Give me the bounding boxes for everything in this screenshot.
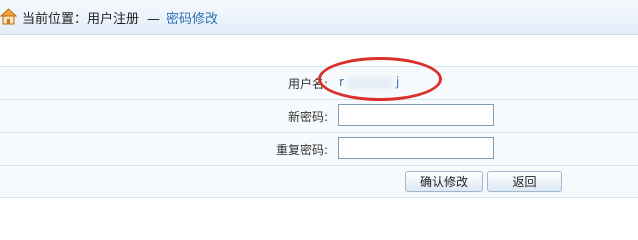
repeat-password-row: 重复密码: [0,132,638,165]
confirm-button[interactable]: 确认修改 [405,171,483,192]
password-change-form: 用户名: rj 新密码: 重复密码: 确认修改 返回 [0,66,638,198]
home-icon [0,8,17,25]
breadcrumb: 当前位置：用户注册 — 密码修改 [22,8,218,27]
breadcrumb-bar: 当前位置：用户注册 — 密码修改 [0,0,638,35]
new-password-row: 新密码: [0,99,638,132]
new-password-input[interactable] [338,104,494,126]
repeat-password-input[interactable] [338,137,494,159]
username-label: 用户名: [287,77,328,91]
repeat-password-label: 重复密码: [275,143,328,157]
new-password-label: 新密码: [287,110,328,124]
breadcrumb-current: 密码修改 [166,12,219,27]
breadcrumb-separator: — [147,12,161,27]
username-value: rj [339,75,400,89]
username-row: 用户名: rj [0,66,638,99]
redaction-blur [345,76,394,89]
breadcrumb-prefix: 当前位置： [22,12,88,27]
button-row: 确认修改 返回 [0,165,638,198]
breadcrumb-section[interactable]: 用户注册 [87,12,139,27]
back-button[interactable]: 返回 [487,171,562,192]
